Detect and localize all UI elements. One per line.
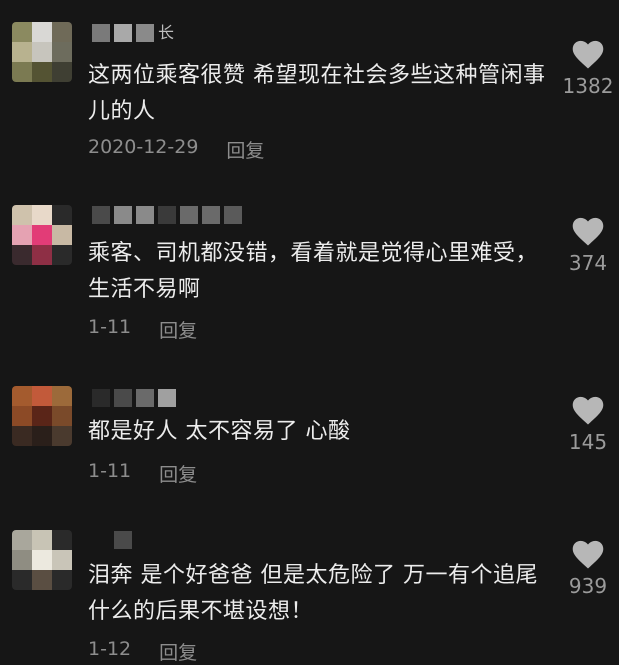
comment-meta: 1-12 回复 bbox=[88, 638, 197, 665]
avatar-pixel bbox=[12, 42, 32, 62]
avatar-pixel bbox=[52, 62, 72, 82]
comment-list: 长 这两位乘客很赞 希望现在社会多些这种管闲事儿的人 2020-12-29 回复… bbox=[0, 0, 619, 664]
comment-date: 1-11 bbox=[88, 316, 132, 338]
avatar-pixel bbox=[12, 426, 32, 446]
avatar-pixel bbox=[32, 406, 52, 426]
comment-date: 1-11 bbox=[88, 460, 132, 482]
avatar-pixel bbox=[32, 42, 52, 62]
avatar-pixel bbox=[32, 225, 52, 245]
username-blurred[interactable] bbox=[92, 389, 176, 407]
like-area[interactable]: 939 bbox=[560, 538, 616, 598]
avatar-pixel bbox=[52, 225, 72, 245]
username-pixel bbox=[92, 24, 110, 42]
username-pixel bbox=[136, 389, 154, 407]
username-pixel bbox=[136, 24, 154, 42]
like-area[interactable]: 145 bbox=[560, 394, 616, 454]
username-pixel bbox=[158, 389, 176, 407]
avatar[interactable] bbox=[12, 205, 72, 265]
comment-meta: 1-11 回复 bbox=[88, 316, 197, 343]
avatar-pixel bbox=[52, 245, 72, 265]
avatar-pixel bbox=[52, 426, 72, 446]
heart-icon[interactable] bbox=[570, 215, 606, 247]
avatar-pixel bbox=[52, 22, 72, 42]
username-pixel bbox=[202, 206, 220, 224]
avatar-pixel bbox=[32, 426, 52, 446]
like-area[interactable]: 1382 bbox=[560, 38, 616, 98]
avatar-pixel bbox=[12, 22, 32, 42]
username-pixel bbox=[224, 206, 242, 224]
avatar-pixel bbox=[32, 570, 52, 590]
avatar-pixel bbox=[32, 205, 52, 225]
username-pixel bbox=[114, 531, 132, 549]
username-pixel bbox=[92, 206, 110, 224]
avatar-pixel bbox=[32, 245, 52, 265]
like-area[interactable]: 374 bbox=[560, 215, 616, 275]
username-pixel bbox=[180, 206, 198, 224]
username-pixel bbox=[114, 389, 132, 407]
avatar-pixel bbox=[12, 225, 32, 245]
username-pixel bbox=[136, 206, 154, 224]
avatar-pixel bbox=[12, 570, 32, 590]
username-blurred[interactable] bbox=[92, 206, 242, 224]
comment-date: 2020-12-29 bbox=[88, 136, 199, 158]
avatar-pixel bbox=[32, 530, 52, 550]
avatar-pixel bbox=[12, 245, 32, 265]
avatar-pixel bbox=[32, 386, 52, 406]
avatar[interactable] bbox=[12, 530, 72, 590]
avatar-pixel bbox=[32, 22, 52, 42]
username-pixel bbox=[92, 389, 110, 407]
avatar-pixel bbox=[52, 570, 72, 590]
avatar-pixel bbox=[52, 42, 72, 62]
like-count: 939 bbox=[568, 574, 608, 598]
avatar-pixel bbox=[12, 550, 32, 570]
heart-icon[interactable] bbox=[570, 538, 606, 570]
username-pixel bbox=[114, 24, 132, 42]
comment-date: 1-12 bbox=[88, 638, 132, 660]
reply-button[interactable]: 回复 bbox=[226, 136, 264, 163]
heart-icon[interactable] bbox=[570, 394, 606, 426]
like-count: 1382 bbox=[562, 74, 614, 98]
username-pixel bbox=[158, 206, 176, 224]
username-pixel bbox=[114, 206, 132, 224]
username-blurred[interactable] bbox=[114, 531, 132, 549]
avatar[interactable] bbox=[12, 22, 72, 82]
avatar[interactable] bbox=[12, 386, 72, 446]
avatar-pixel bbox=[12, 406, 32, 426]
avatar-pixel bbox=[52, 406, 72, 426]
reply-button[interactable]: 回复 bbox=[159, 638, 197, 665]
comment-text: 都是好人 太不容易了 心酸 bbox=[88, 419, 351, 444]
avatar-pixel bbox=[52, 550, 72, 570]
avatar-pixel bbox=[12, 386, 32, 406]
avatar-pixel bbox=[12, 205, 32, 225]
reply-button[interactable]: 回复 bbox=[159, 316, 197, 343]
avatar-pixel bbox=[52, 205, 72, 225]
comment-meta: 1-11 回复 bbox=[88, 460, 197, 487]
comment-text: 乘客、司机都没错，看着就是觉得心里难受，生活不易啊 bbox=[88, 241, 539, 302]
avatar-pixel bbox=[12, 62, 32, 82]
comment-text: 这两位乘客很赞 希望现在社会多些这种管闲事儿的人 bbox=[88, 63, 546, 124]
like-count: 145 bbox=[568, 430, 608, 454]
reply-button[interactable]: 回复 bbox=[159, 460, 197, 487]
heart-icon[interactable] bbox=[570, 38, 606, 70]
avatar-pixel bbox=[32, 550, 52, 570]
username-suffix: 长 bbox=[158, 23, 175, 42]
username-blurred[interactable]: 长 bbox=[92, 24, 174, 42]
comment-text: 泪奔 是个好爸爸 但是太危险了 万一有个追尾什么的后果不堪设想！ bbox=[88, 563, 538, 624]
avatar-pixel bbox=[32, 62, 52, 82]
comment-meta: 2020-12-29 回复 bbox=[88, 136, 264, 163]
avatar-pixel bbox=[12, 530, 32, 550]
avatar-pixel bbox=[52, 530, 72, 550]
avatar-pixel bbox=[52, 386, 72, 406]
like-count: 374 bbox=[568, 251, 608, 275]
